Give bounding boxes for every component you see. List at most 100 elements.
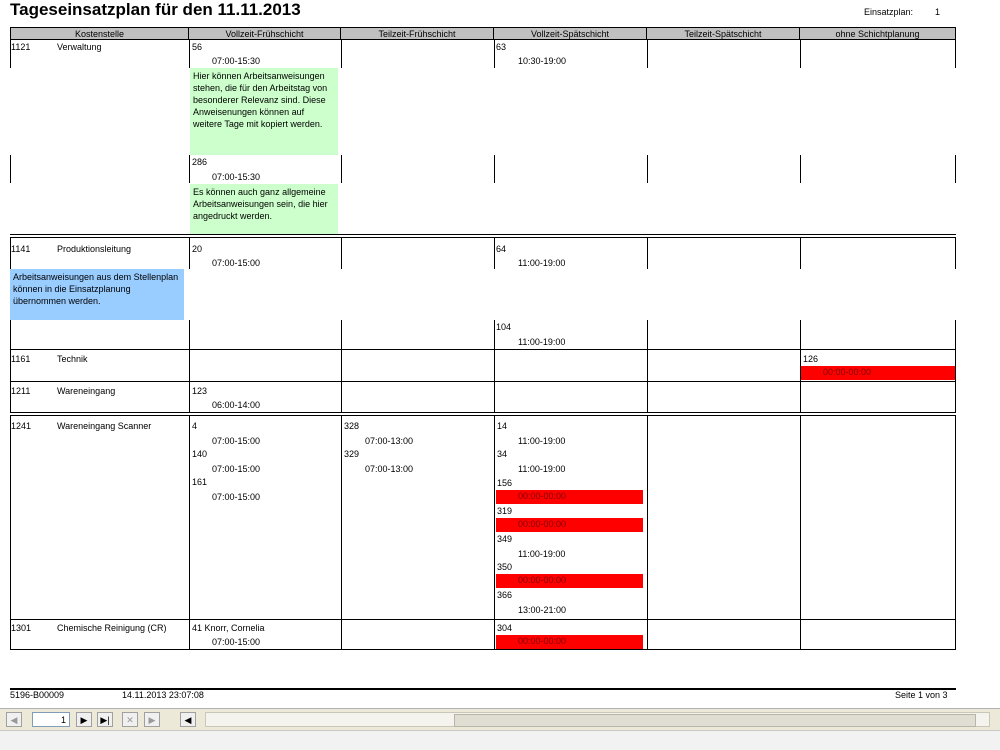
grid-line xyxy=(800,416,801,620)
grid-line xyxy=(800,238,801,269)
shift-time: 11:00-19:00 xyxy=(518,258,566,268)
unplanned-shift-marker: 00:00-00:00 xyxy=(496,574,643,588)
column-header-kostenstelle: Kostenstelle xyxy=(10,27,189,40)
grid-line xyxy=(10,320,11,349)
row-separator xyxy=(10,412,956,413)
work-instruction-note: Es können auch ganz allgemeine Arbeitsan… xyxy=(190,184,338,235)
work-instruction-note: Arbeitsanweisungen aus dem Stellenplan k… xyxy=(10,269,184,320)
cost-center-code: 1211 xyxy=(11,386,31,396)
shift-time: 00:00-00:00 xyxy=(518,636,567,646)
grid-line xyxy=(341,238,342,269)
row-separator xyxy=(10,381,956,382)
row-separator xyxy=(10,234,956,235)
cost-center-name: Wareneingang xyxy=(57,386,116,396)
viewer-toolbar: ◀ ▶ ▶| ✕ ▶ ◀ xyxy=(0,708,1000,730)
next-page-button[interactable]: ▶ xyxy=(76,712,92,727)
unplanned-shift-marker: 00:00-00:00 xyxy=(496,635,643,649)
report-id: 5196-B00009 xyxy=(10,690,65,700)
column-header-vollzeit-spaet: Vollzeit-Spätschicht xyxy=(494,27,647,40)
page-number-input[interactable] xyxy=(32,712,70,727)
grid-line xyxy=(647,155,648,183)
grid-line xyxy=(955,238,956,269)
grid-line xyxy=(647,382,648,412)
grid-line xyxy=(341,320,342,349)
grid-line xyxy=(647,40,648,68)
print-timestamp: 14.11.2013 23:07:08 xyxy=(122,690,204,700)
grid-line xyxy=(341,40,342,68)
shift-time: 07:00-15:30 xyxy=(212,56,261,66)
stop-icon[interactable]: ✕ xyxy=(122,712,138,727)
employee-id: 14 xyxy=(497,421,508,431)
shift-time: 00:00-00:00 xyxy=(518,491,567,501)
shift-time: 07:00-15:00 xyxy=(212,464,261,474)
grid-line xyxy=(189,620,190,649)
shift-time: 11:00-19:00 xyxy=(518,436,566,446)
cost-center-name: Verwaltung xyxy=(57,42,102,52)
grid-line xyxy=(955,620,956,649)
row-separator xyxy=(10,237,956,238)
grid-line xyxy=(955,350,956,381)
grid-line xyxy=(955,40,956,68)
unplanned-shift-marker: 00:00-00:00 xyxy=(801,366,955,380)
grid-line xyxy=(341,155,342,183)
employee-id: 4 xyxy=(192,421,198,431)
row-separator xyxy=(10,415,956,416)
employee-id: 349 xyxy=(497,534,513,544)
scroll-left-button[interactable]: ◀ xyxy=(180,712,196,727)
grid-line xyxy=(494,155,495,183)
employee-id: 34 xyxy=(497,449,508,459)
scrollbar-thumb[interactable] xyxy=(454,714,976,727)
employee-id: 319 xyxy=(497,506,513,516)
shift-time: 11:00-19:00 xyxy=(518,464,566,474)
grid-line xyxy=(189,238,190,269)
column-header-vollzeit-frueh: Vollzeit-Frühschicht xyxy=(189,27,341,40)
last-page-button[interactable]: ▶| xyxy=(97,712,113,727)
employee-id: 104 xyxy=(496,322,512,332)
grid-line xyxy=(647,350,648,381)
shift-time: 10:30-19:00 xyxy=(518,56,567,66)
shift-time: 07:00-15:30 xyxy=(212,172,261,182)
status-bar xyxy=(0,730,1000,750)
plan-value: 1 xyxy=(935,7,941,17)
grid-line xyxy=(800,40,801,68)
shift-time: 07:00-13:00 xyxy=(365,464,414,474)
grid-line xyxy=(800,155,801,183)
employee-id: 63 xyxy=(496,42,507,52)
grid-line xyxy=(494,382,495,412)
column-header-teilzeit-frueh: Teilzeit-Frühschicht xyxy=(341,27,494,40)
cost-center-code: 1301 xyxy=(11,623,32,633)
row-separator xyxy=(10,619,956,620)
horizontal-scrollbar[interactable] xyxy=(205,712,990,727)
row-separator xyxy=(10,649,956,650)
column-header-teilzeit-spaet: Teilzeit-Spätschicht xyxy=(647,27,800,40)
previous-page-button[interactable]: ◀ xyxy=(6,712,22,727)
grid-line xyxy=(189,320,190,349)
shift-time: 06:00-14:00 xyxy=(212,400,261,410)
grid-line xyxy=(494,238,495,269)
unplanned-shift-marker: 00:00-00:00 xyxy=(496,490,643,504)
cost-center-name: Produktionsleitung xyxy=(57,244,132,254)
shift-time: 07:00-15:00 xyxy=(212,492,261,502)
grid-line xyxy=(189,350,190,381)
plan-label: Einsatzplan: xyxy=(864,7,914,17)
employee-id: 123 xyxy=(192,386,208,396)
shift-time: 00:00-00:00 xyxy=(518,575,567,585)
refresh-icon[interactable]: ▶ xyxy=(144,712,160,727)
grid-line xyxy=(341,620,342,649)
grid-line xyxy=(341,350,342,381)
shift-time: 11:00-19:00 xyxy=(518,549,566,559)
grid-line xyxy=(647,320,648,349)
cost-center-name: Chemische Reinigung (CR) xyxy=(57,623,167,633)
shift-time: 11:00-19:00 xyxy=(518,337,566,347)
column-header-ohne-schicht: ohne Schichtplanung xyxy=(800,27,956,40)
employee-id: 20 xyxy=(192,244,203,254)
work-instruction-note: Hier können Arbeitsanweisungen stehen, d… xyxy=(190,68,338,155)
row-separator xyxy=(10,349,956,350)
report-title: Tageseinsatzplan für den 11.11.2013 xyxy=(10,0,301,19)
page-indicator: Seite 1 von 3 xyxy=(895,690,948,700)
grid-line xyxy=(494,416,495,620)
grid-line xyxy=(955,155,956,183)
unplanned-shift-marker: 00:00-00:00 xyxy=(496,518,643,532)
grid-line xyxy=(341,416,342,620)
cost-center-code: 1141 xyxy=(11,244,31,254)
